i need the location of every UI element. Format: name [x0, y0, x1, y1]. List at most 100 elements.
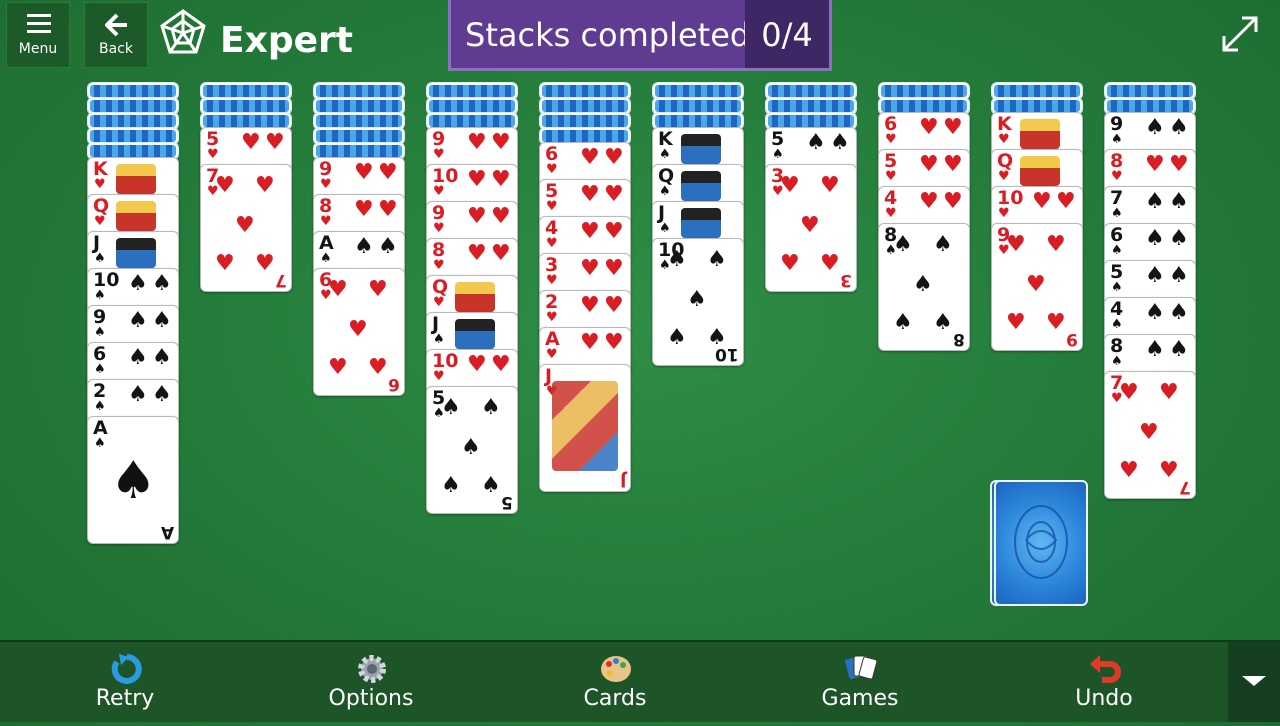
card-rank: K [658, 128, 673, 150]
spade-icon: ♠ [94, 399, 106, 414]
playing-card[interactable]: 5 ♠ ♠ ♠ ♠ ♠ ♠ 5 [426, 386, 518, 514]
heart-icon: ♥ [328, 277, 348, 302]
heart-icon: ♥ [580, 219, 600, 244]
face-card-portrait [1020, 119, 1060, 149]
stacks-label: Stacks completed [465, 16, 751, 54]
heart-icon: ♥ [433, 295, 445, 310]
heart-icon: ♥ [885, 169, 897, 184]
spade-icon: ♠ [659, 221, 671, 236]
playing-card[interactable]: 10 ♠ ♠ ♠ ♠ ♠ ♠ 10 [652, 238, 744, 366]
card-rank-corner: 7 [1179, 477, 1191, 497]
card-rank-corner: 6 [388, 374, 400, 394]
card-rank: J [545, 365, 553, 387]
heart-icon: ♥ [546, 162, 558, 177]
spade-icon: ♠ [441, 473, 461, 498]
heart-icon: ♥ [885, 206, 897, 221]
retry-icon [111, 654, 142, 684]
heart-icon: ♥ [491, 167, 511, 192]
heart-icon: ♥ [604, 145, 624, 170]
heart-icon: ♥ [1006, 310, 1026, 335]
spade-icon: ♠ [1169, 189, 1189, 214]
card-rank: J [658, 202, 666, 224]
spade-icon: ♠ [667, 325, 687, 350]
card-rank-corner: 7 [275, 270, 287, 290]
spade-icon: ♠ [128, 271, 148, 296]
heart-icon: ♥ [820, 173, 840, 198]
card-rank: 2 [545, 291, 559, 313]
spade-icon: ♠ [1111, 243, 1123, 258]
spade-icon: ♠ [772, 147, 784, 162]
back-button[interactable]: Back [84, 2, 148, 68]
heart-icon: ♥ [1119, 458, 1139, 483]
spade-icon: ♠ [1145, 300, 1165, 325]
spade-icon: ♠ [128, 308, 148, 333]
card-rank: Q [997, 150, 1014, 172]
card-rank: 5 [884, 150, 898, 172]
playing-card[interactable]: 7 ♥ ♥ ♥ ♥ ♥ ♥ 7 [200, 164, 292, 292]
heart-icon: ♥ [378, 197, 398, 222]
heart-icon: ♥ [546, 199, 558, 214]
playing-card[interactable]: 8 ♠ ♠ ♠ ♠ ♠ ♠ 8 [878, 223, 970, 351]
top-bar: Menu Back Expert Stacks completed 0/4 [0, 0, 1280, 72]
heart-icon: ♥ [1046, 232, 1066, 257]
spade-icon: ♠ [152, 308, 172, 333]
stock-pile[interactable] [990, 480, 1088, 608]
face-card-portrait [681, 134, 721, 164]
spade-icon: ♠ [1145, 263, 1165, 288]
spider-web-icon [160, 9, 206, 54]
toolbar-collapse-button[interactable] [1228, 642, 1280, 722]
card-rank: 6 [1110, 224, 1124, 246]
card-rank: 9 [319, 158, 333, 180]
card-rank: 10 [93, 269, 120, 291]
face-card-portrait [455, 282, 495, 312]
spade-icon: ♠ [1111, 354, 1123, 369]
card-rank: 8 [432, 239, 446, 261]
menu-label: Menu [18, 41, 58, 57]
heart-icon: ♥ [433, 184, 445, 199]
playing-card[interactable]: 7 ♥ ♥ ♥ ♥ ♥ ♥ 7 [1104, 371, 1196, 499]
card-rank: 4 [884, 187, 898, 209]
card-rank: 5 [1110, 261, 1124, 283]
heart-icon: ♥ [580, 182, 600, 207]
playing-card[interactable]: 6 ♥ ♥ ♥ ♥ ♥ ♥ 6 [313, 268, 405, 396]
stacks-completed-panel: Stacks completed 0/4 [448, 0, 832, 71]
spade-icon: ♠ [659, 147, 671, 162]
spade-icon: ♠ [1111, 132, 1123, 147]
playing-card[interactable]: 3 ♥ ♥ ♥ ♥ ♥ ♥ 3 [765, 164, 857, 292]
heart-icon: ♥ [491, 130, 511, 155]
spade-icon: ♠ [433, 332, 445, 347]
card-rank: 9 [432, 128, 446, 150]
card-rank: K [997, 113, 1012, 135]
cards-button[interactable]: Cards [550, 642, 680, 722]
retry-button[interactable]: Retry [60, 642, 190, 722]
undo-icon [1090, 655, 1121, 683]
heart-icon: ♥ [546, 347, 558, 362]
menu-button[interactable]: Menu [6, 2, 70, 68]
card-rank: 5 [771, 128, 785, 150]
spade-icon: ♠ [933, 232, 953, 257]
options-button[interactable]: Options [306, 642, 436, 722]
card-rank-corner: 10 [715, 344, 739, 364]
heart-icon: ♥ [467, 241, 487, 266]
playing-card[interactable]: A ♠ ♠ A [87, 416, 179, 544]
spade-icon: ♠ [1169, 300, 1189, 325]
stock-card-back[interactable] [994, 480, 1088, 606]
playing-card[interactable]: J♥J [539, 364, 631, 492]
card-rank: J [432, 313, 440, 335]
card-rank: K [93, 158, 108, 180]
heart-icon: ♥ [604, 256, 624, 281]
heart-icon: ♥ [1026, 272, 1046, 297]
card-rank: Q [93, 195, 110, 217]
games-button[interactable]: Games [795, 642, 925, 722]
card-rank: 4 [1110, 298, 1124, 320]
heart-icon: ♥ [255, 251, 275, 276]
face-card-portrait [116, 201, 156, 231]
card-rank: 9 [432, 202, 446, 224]
playing-card[interactable]: 9 ♥ ♥ ♥ ♥ ♥ ♥ 9 [991, 223, 1083, 351]
fullscreen-icon[interactable] [1220, 14, 1260, 54]
spade-icon: ♠ [481, 395, 501, 420]
heart-icon: ♥ [94, 177, 106, 192]
back-arrow-icon [105, 13, 127, 37]
undo-button[interactable]: Undo [1039, 642, 1169, 722]
cards-label: Cards [583, 686, 647, 711]
